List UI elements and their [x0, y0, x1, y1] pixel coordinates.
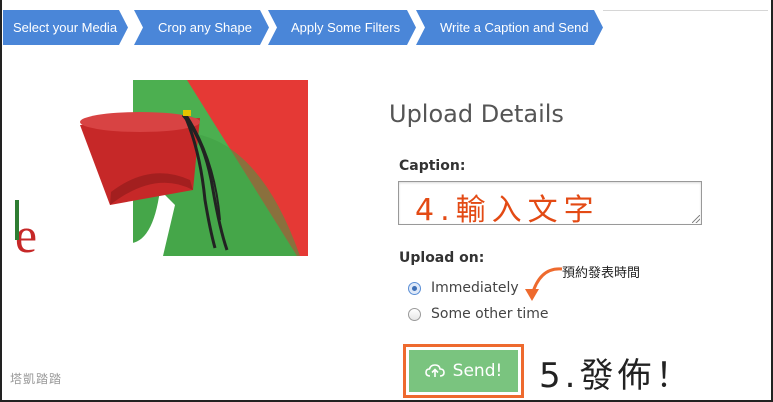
schedule-annotation: 預約發表時間: [562, 266, 641, 281]
divider: [603, 10, 768, 11]
step-label: Apply Some Filters: [291, 20, 401, 35]
cloud-upload-icon: [424, 364, 445, 377]
caption-value: 4.輸入文字: [415, 193, 600, 228]
send-button[interactable]: Send!: [409, 350, 518, 392]
step-apply-filters[interactable]: Apply Some Filters: [268, 10, 416, 45]
caption-textarea[interactable]: 4.輸入文字: [398, 181, 702, 228]
step-label: Write a Caption and Send: [440, 20, 589, 35]
upload-on-label: Upload on:: [399, 250, 485, 266]
step-label: Crop any Shape: [158, 20, 252, 35]
upload-details-title: Upload Details: [389, 100, 564, 128]
option-immediately[interactable]: Immediately: [408, 279, 519, 297]
option-label: Some other time: [431, 306, 549, 322]
step-select-media[interactable]: Select your Media: [3, 10, 128, 45]
arrow-icon: [525, 267, 563, 301]
step-label: Select your Media: [13, 20, 118, 35]
step-crop-shape[interactable]: Crop any Shape: [134, 10, 269, 45]
wizard-steps: Select your Media Crop any Shape Apply S…: [3, 10, 623, 45]
step-write-caption[interactable]: Write a Caption and Send: [416, 10, 603, 45]
send-label: Send!: [452, 361, 503, 381]
caption-label: Caption:: [399, 158, 466, 174]
option-other-time[interactable]: Some other time: [408, 305, 549, 323]
watermark: 塔凱踏踏: [10, 372, 63, 386]
option-label: Immediately: [431, 280, 519, 296]
send-annotation: 5.發佈！: [539, 356, 694, 396]
radio-other-time[interactable]: [408, 307, 421, 321]
resize-grip-icon[interactable]: [692, 215, 700, 223]
radio-immediately[interactable]: [408, 281, 421, 295]
media-preview: le: [15, 80, 308, 256]
